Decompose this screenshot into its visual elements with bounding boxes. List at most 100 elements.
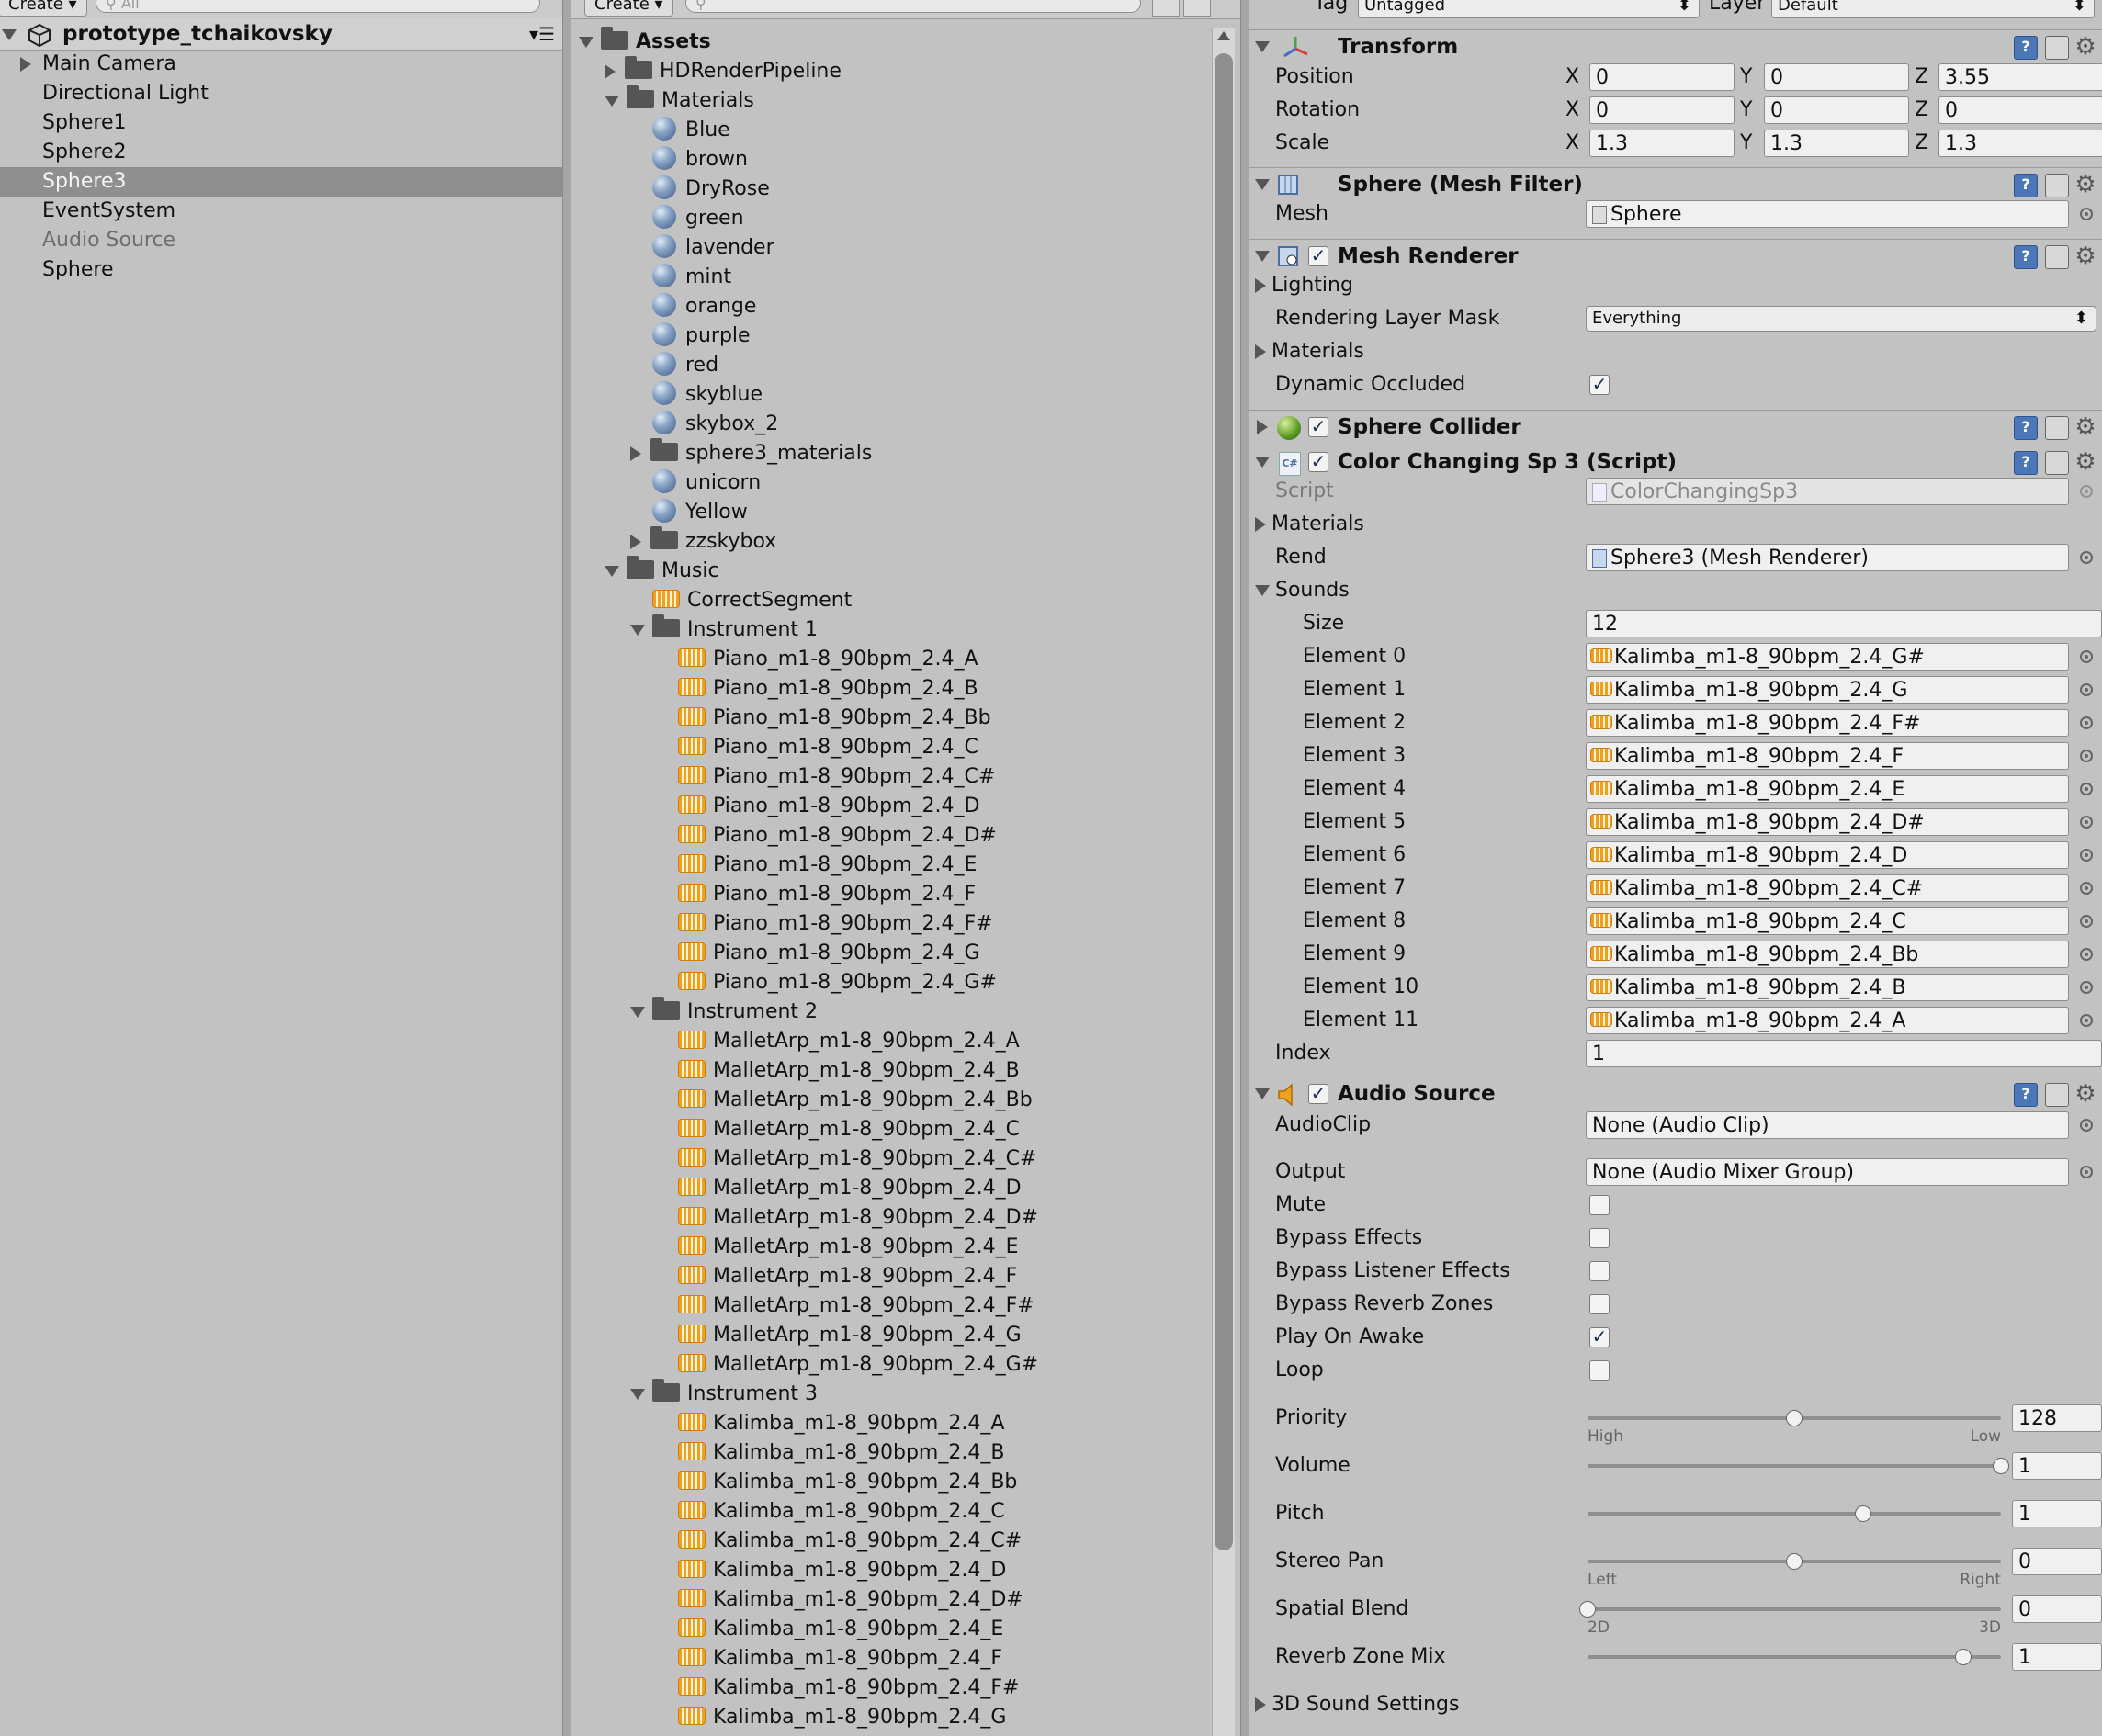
transform-foldout-icon[interactable] [1255, 41, 1270, 52]
project-item[interactable]: Piano_m1-8_90bpm_2.4_G# [656, 968, 997, 998]
project-item[interactable]: Kalimba_m1-8_90bpm_2.4_C# [656, 1527, 1022, 1556]
project-item[interactable]: orange [630, 292, 756, 321]
output-field[interactable]: None (Audio Mixer Group) [1586, 1158, 2069, 1186]
project-item[interactable]: MalletArp_m1-8_90bpm_2.4_F [656, 1262, 1017, 1291]
script-enabled-checkbox[interactable]: ✓ [1308, 452, 1328, 472]
hierarchy-item[interactable]: Sphere [0, 255, 562, 285]
object-picker-icon[interactable] [2080, 208, 2093, 220]
transform-z-field[interactable]: 1.3 [1938, 130, 2102, 157]
collapse-arrow-icon[interactable] [630, 625, 645, 636]
sphere-collider-header[interactable]: ✓ Sphere Collider ? ⚙ [1249, 410, 2102, 444]
audio-slider-knob[interactable] [1993, 1458, 2009, 1474]
project-item[interactable]: Kalimba_m1-8_90bpm_2.4_B [656, 1438, 1004, 1468]
audio-slider-value-field[interactable]: 1 [2012, 1500, 2102, 1527]
project-item[interactable]: Materials [605, 85, 754, 116]
gear-icon[interactable]: ⚙ [2074, 173, 2096, 197]
object-picker-icon[interactable] [2080, 882, 2093, 895]
gear-icon[interactable]: ⚙ [2074, 35, 2096, 59]
collapse-arrow-icon[interactable] [630, 1007, 645, 1018]
project-item[interactable]: zzskybox [630, 526, 776, 557]
audio-slider-value-field[interactable]: 128 [2012, 1404, 2102, 1432]
rendering-layer-mask-dropdown[interactable]: Everything ⬍ [1586, 306, 2096, 332]
project-item[interactable]: MalletArp_m1-8_90bpm_2.4_D [656, 1174, 1022, 1203]
scene-header[interactable]: prototype_tchaikovsky ▾☰ [0, 18, 562, 51]
collapse-arrow-icon[interactable] [630, 1389, 645, 1400]
project-item[interactable]: Piano_m1-8_90bpm_2.4_C [656, 733, 978, 762]
object-picker-icon[interactable] [2080, 750, 2093, 762]
sound-element-field[interactable]: Kalimba_m1-8_90bpm_2.4_D# [1586, 808, 2069, 836]
collapse-arrow-icon[interactable] [1255, 585, 1270, 596]
gear-icon[interactable]: ⚙ [2074, 415, 2096, 439]
sounds-foldout[interactable]: Sounds [1255, 576, 1350, 605]
hierarchy-item[interactable]: Audio Source [0, 226, 562, 255]
tag-dropdown[interactable]: Untagged ⬍ [1358, 0, 1700, 18]
project-create-button[interactable]: Create ▾ [584, 0, 673, 17]
project-item[interactable]: Kalimba_m1-8_90bpm_2.4_Bb [656, 1468, 1017, 1497]
project-scroll-thumb[interactable] [1215, 53, 1233, 1550]
sound-element-field[interactable]: Kalimba_m1-8_90bpm_2.4_A [1586, 1007, 2069, 1034]
project-item[interactable]: Blue [630, 116, 730, 145]
audio-slider-knob[interactable] [1786, 1553, 1803, 1570]
sounds-size-field[interactable]: 12 [1586, 610, 2102, 637]
audio-source-header[interactable]: ✓ Audio Source ? ⚙ [1249, 1077, 2102, 1110]
project-item[interactable]: MalletArp_m1-8_90bpm_2.4_B [656, 1056, 1020, 1086]
project-item[interactable]: MalletArp_m1-8_90bpm_2.4_Bb [656, 1086, 1033, 1115]
lighting-foldout[interactable]: Lighting [1255, 271, 1353, 300]
preset-icon[interactable] [2045, 451, 2069, 475]
object-picker-icon[interactable] [2080, 981, 2093, 994]
expand-arrow-icon[interactable] [630, 446, 641, 461]
audio-slider-knob[interactable] [1855, 1505, 1872, 1522]
audio-source-enabled-checkbox[interactable]: ✓ [1308, 1084, 1328, 1104]
project-item[interactable]: Music [605, 556, 719, 586]
hierarchy-item[interactable]: Directional Light [0, 79, 562, 108]
project-item[interactable]: Piano_m1-8_90bpm_2.4_A [656, 645, 978, 674]
help-icon[interactable]: ? [2014, 416, 2038, 440]
audio-slider-track[interactable] [1588, 1607, 2001, 1611]
filter-by-type-icon[interactable] [1152, 0, 1180, 17]
project-item[interactable]: Kalimba_m1-8_90bpm_2.4_F [656, 1644, 1002, 1674]
transform-x-field[interactable]: 0 [1589, 96, 1735, 124]
object-picker-icon[interactable] [2080, 551, 2093, 564]
expand-arrow-icon[interactable] [630, 535, 641, 549]
project-item[interactable]: Piano_m1-8_90bpm_2.4_F# [656, 909, 993, 939]
gear-icon[interactable]: ⚙ [2074, 244, 2096, 268]
preset-icon[interactable] [2045, 36, 2069, 60]
sphere-collider-foldout-icon[interactable] [1257, 420, 1268, 434]
dynamic-occluded-checkbox[interactable]: ✓ [1589, 375, 1610, 395]
object-picker-icon[interactable] [2080, 716, 2093, 729]
help-icon[interactable]: ? [2014, 36, 2038, 60]
expand-arrow-icon[interactable] [1255, 278, 1266, 293]
audio-slider-track[interactable] [1588, 1464, 2001, 1468]
object-picker-icon[interactable] [2080, 915, 2093, 928]
audio-slider-knob[interactable] [1955, 1649, 1972, 1665]
expand-arrow-icon[interactable] [1255, 344, 1266, 359]
project-item[interactable]: Piano_m1-8_90bpm_2.4_D# [656, 821, 997, 851]
expand-arrow-icon[interactable] [1255, 517, 1266, 532]
mesh-filter-header[interactable]: Sphere (Mesh Filter) ? ⚙ [1249, 167, 2102, 201]
project-item[interactable]: MalletArp_m1-8_90bpm_2.4_A [656, 1027, 1020, 1056]
project-item[interactable]: brown [630, 145, 748, 175]
hierarchy-item[interactable]: Sphere1 [0, 108, 562, 138]
project-item[interactable]: MalletArp_m1-8_90bpm_2.4_C# [656, 1144, 1036, 1174]
project-item[interactable]: HDRenderPipeline [605, 56, 842, 86]
audio-slider-value-field[interactable]: 0 [2012, 1548, 2102, 1575]
object-picker-icon[interactable] [2080, 650, 2093, 663]
project-item[interactable]: Piano_m1-8_90bpm_2.4_G [656, 939, 980, 968]
collapse-arrow-icon[interactable] [605, 566, 619, 577]
audio-source-foldout-icon[interactable] [1255, 1088, 1270, 1099]
audio-slider-knob[interactable] [1786, 1410, 1803, 1426]
script-component-header[interactable]: C# ✓ Color Changing Sp 3 (Script) ? ⚙ [1249, 445, 2102, 479]
expand-arrow-icon[interactable] [20, 57, 31, 72]
gear-icon[interactable]: ⚙ [2074, 1082, 2096, 1106]
project-item[interactable]: Yellow [630, 498, 748, 527]
audio-slider-value-field[interactable]: 1 [2012, 1643, 2102, 1671]
object-picker-icon[interactable] [2080, 1119, 2093, 1132]
project-item[interactable]: MalletArp_m1-8_90bpm_2.4_E [656, 1233, 1019, 1262]
transform-y-field[interactable]: 0 [1764, 96, 1909, 124]
filter-by-label-icon[interactable] [1183, 0, 1211, 17]
transform-z-field[interactable]: 0 [1938, 96, 2102, 124]
project-scrollbar[interactable] [1212, 28, 1235, 1736]
audio-slider-track[interactable] [1588, 1512, 2001, 1516]
audio-toggle-checkbox[interactable]: ✓ [1589, 1327, 1610, 1347]
hierarchy-item[interactable]: EventSystem [0, 197, 562, 226]
